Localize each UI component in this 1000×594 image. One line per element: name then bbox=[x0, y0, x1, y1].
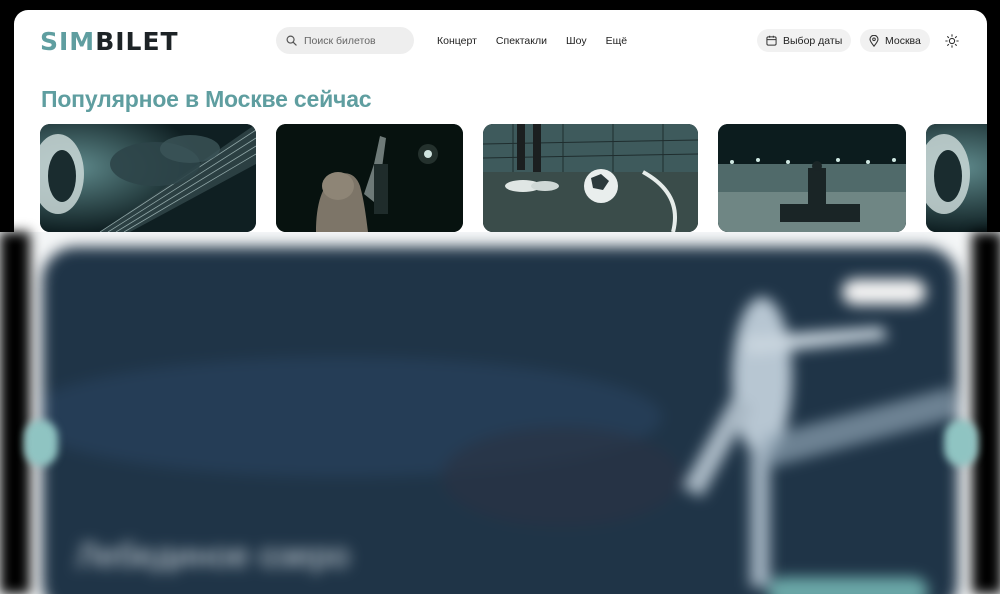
hero-title: Лебединое озеро bbox=[76, 537, 350, 575]
hero-section: Лебединое озеро bbox=[0, 232, 1000, 594]
theme-toggle-button[interactable] bbox=[943, 32, 961, 50]
logo-part-sim: SIM bbox=[40, 27, 96, 56]
nav-item-more[interactable]: Ещё bbox=[606, 34, 627, 48]
event-card-image-outdoor-stage bbox=[718, 124, 906, 232]
hero-cta-button[interactable] bbox=[768, 577, 928, 594]
event-card-image-football bbox=[483, 124, 698, 232]
hero-banner[interactable]: Лебединое озеро bbox=[42, 247, 958, 594]
nav-item-concert[interactable]: Концерт bbox=[437, 34, 477, 48]
nav-item-show[interactable]: Шоу bbox=[566, 34, 587, 48]
city-select-button[interactable]: Москва bbox=[860, 29, 930, 52]
search-box[interactable] bbox=[276, 27, 414, 54]
hero-edge-shadow-right bbox=[972, 232, 1000, 594]
carousel-next-button[interactable] bbox=[944, 420, 978, 466]
search-input[interactable] bbox=[304, 34, 404, 47]
event-card[interactable] bbox=[483, 124, 698, 232]
hero-edge-shadow-left bbox=[0, 232, 30, 594]
carousel-prev-button[interactable] bbox=[24, 420, 58, 466]
event-card[interactable] bbox=[926, 124, 987, 232]
event-card[interactable] bbox=[40, 124, 256, 232]
event-card-image-bass-guitar bbox=[40, 124, 256, 232]
section-title-popular: Популярное в Москве сейчас bbox=[41, 86, 372, 112]
event-card-image-concert-crowd bbox=[276, 124, 463, 232]
search-icon bbox=[286, 35, 297, 46]
main-nav: Концерт Спектакли Шоу Ещё bbox=[437, 34, 646, 48]
event-card[interactable] bbox=[718, 124, 906, 232]
event-card-image-bass-guitar bbox=[926, 124, 987, 232]
date-picker-button[interactable]: Выбор даты bbox=[757, 29, 852, 52]
calendar-icon bbox=[766, 35, 777, 46]
event-card[interactable] bbox=[276, 124, 463, 232]
nav-item-performances[interactable]: Спектакли bbox=[496, 34, 547, 48]
location-pin-icon bbox=[869, 34, 879, 47]
logo[interactable]: SIMBILET bbox=[40, 28, 179, 56]
city-select-label: Москва bbox=[885, 34, 921, 47]
header: SIMBILET Концерт Спектакли Шоу Ещё Выбор… bbox=[14, 10, 987, 70]
sun-icon bbox=[945, 34, 959, 48]
logo-part-bilet: BILET bbox=[95, 27, 179, 56]
date-picker-label: Выбор даты bbox=[783, 34, 843, 47]
